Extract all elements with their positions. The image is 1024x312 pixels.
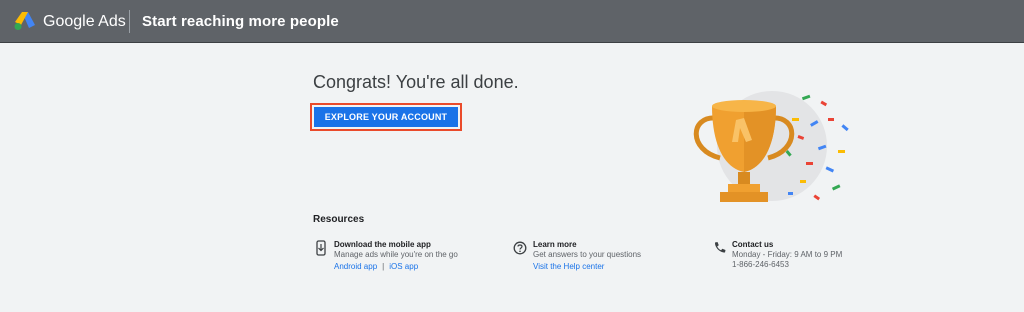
learn-more-desc: Get answers to your questions: [533, 250, 642, 259]
contact-phone: 1-866-246-6453: [732, 260, 789, 269]
google-ads-logo-icon[interactable]: [14, 11, 36, 31]
top-bar: Google Ads Start reaching more people: [0, 0, 1024, 43]
confetti-piece: [800, 180, 806, 183]
android-app-link[interactable]: Android app: [334, 262, 377, 271]
confetti-piece: [838, 150, 845, 153]
confetti-piece: [806, 162, 813, 165]
confetti-piece: [792, 118, 799, 121]
explore-account-button[interactable]: EXPLORE YOUR ACCOUNT: [314, 107, 458, 127]
page-title: Start reaching more people: [142, 13, 339, 30]
congrats-headline: Congrats! You're all done.: [313, 72, 519, 92]
confetti-piece: [828, 118, 834, 121]
header-divider: [129, 10, 130, 33]
confetti-piece: [831, 184, 841, 191]
ios-app-link[interactable]: iOS app: [389, 262, 418, 271]
confetti-piece: [788, 192, 793, 195]
confetti-piece: [813, 194, 821, 201]
mobile-app-title: Download the mobile app: [334, 240, 431, 249]
brand-name[interactable]: Google Ads: [43, 13, 126, 31]
confetti-piece: [825, 166, 835, 173]
confetti-piece: [801, 94, 811, 101]
contact-us-title: Contact us: [732, 240, 774, 249]
phone-download-icon: [316, 240, 326, 256]
contact-hours: Monday - Friday: 9 AM to 9 PM: [732, 250, 843, 259]
help-circle-icon: [513, 241, 527, 255]
trophy-rim: [712, 100, 776, 112]
link-separator: |: [382, 262, 385, 271]
mobile-app-desc: Manage ads while you're on the go: [334, 250, 458, 259]
explore-account-focus-ring: EXPLORE YOUR ACCOUNT: [310, 103, 462, 131]
trophy-stem: [738, 172, 750, 184]
phone-icon: [714, 242, 726, 253]
trophy-illustration: [693, 91, 849, 202]
learn-more-title: Learn more: [533, 240, 577, 249]
trophy-base: [720, 192, 768, 202]
confetti-piece: [841, 124, 849, 132]
resources-heading: Resources: [313, 214, 365, 225]
trophy-base-top: [728, 184, 760, 192]
confetti-piece: [820, 100, 828, 107]
help-center-link[interactable]: Visit the Help center: [533, 262, 604, 271]
